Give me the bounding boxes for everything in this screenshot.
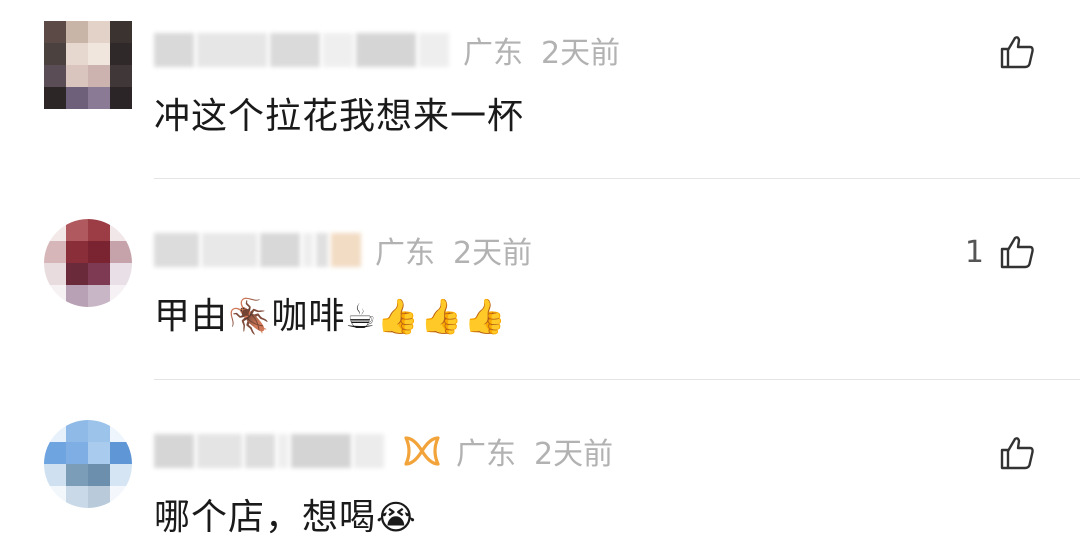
avatar-pixel xyxy=(88,263,110,285)
like-count: 1 xyxy=(964,234,984,270)
avatar-mosaic xyxy=(44,420,132,508)
avatar-pixel xyxy=(66,442,88,464)
username-blurred[interactable] xyxy=(154,431,384,471)
avatar[interactable] xyxy=(44,21,132,109)
avatar-mosaic xyxy=(44,21,132,109)
comment-text: 甲由🪳咖啡☕👍👍👍 xyxy=(154,287,507,339)
avatar-pixel xyxy=(66,241,88,263)
avatar-pixel xyxy=(44,486,66,508)
avatar-pixel xyxy=(66,65,88,87)
avatar-pixel xyxy=(44,87,66,109)
avatar-pixel xyxy=(88,464,110,486)
avatar-pixel xyxy=(110,87,132,109)
avatar-pixel xyxy=(66,464,88,486)
username-blurred[interactable] xyxy=(154,230,361,270)
avatar-pixel xyxy=(110,285,132,307)
avatar-pixel xyxy=(44,21,66,43)
avatar-pixel xyxy=(44,43,66,65)
avatar-pixel xyxy=(44,442,66,464)
avatar-pixel xyxy=(66,219,88,241)
avatar-pixel xyxy=(44,241,66,263)
comment-meta: 广东 2天前 xyxy=(154,228,532,272)
avatar[interactable] xyxy=(44,219,132,307)
comment-item: 广东 2天前 甲由🪳咖啡☕👍👍👍 1 xyxy=(0,179,1080,379)
avatar-pixel xyxy=(88,65,110,87)
timestamp: 2天前 xyxy=(541,36,621,71)
avatar-pixel xyxy=(110,486,132,508)
comment-text-part: 哪个店，想喝 xyxy=(154,497,377,538)
avatar-pixel xyxy=(66,87,88,109)
avatar-pixel xyxy=(66,21,88,43)
loudly-crying-emoji: 😭 xyxy=(376,498,417,538)
username-blurred[interactable] xyxy=(154,30,449,70)
avatar-mosaic xyxy=(44,219,132,307)
comment-text-part: 甲由 xyxy=(154,296,229,337)
comment-meta: 广东 2天前 xyxy=(154,28,620,72)
like-button[interactable] xyxy=(984,431,1036,475)
comment-meta: 广东 2天前 xyxy=(154,429,613,473)
avatar-pixel xyxy=(110,241,132,263)
avatar-pixel xyxy=(88,87,110,109)
avatar-pixel xyxy=(44,219,66,241)
thumbs-up-emoji: 👍 xyxy=(376,297,421,337)
avatar-pixel xyxy=(110,442,132,464)
coffee-emoji: ☕ xyxy=(345,297,377,337)
like-button[interactable] xyxy=(984,30,1036,74)
comment-text: 哪个店，想喝😭 xyxy=(154,488,417,540)
avatar-pixel xyxy=(66,285,88,307)
avatar-pixel xyxy=(110,65,132,87)
thumbs-up-emoji: 👍 xyxy=(463,297,507,337)
avatar-pixel xyxy=(110,420,132,442)
like-button[interactable]: 1 xyxy=(965,230,1036,274)
thumbs-up-icon xyxy=(1000,437,1034,470)
vip-badge-icon xyxy=(404,436,440,466)
avatar[interactable] xyxy=(44,420,132,508)
comment-item: 广东 2天前 冲这个拉花我想来一杯 xyxy=(0,0,1080,178)
comment-item: 广东 2天前 哪个店，想喝😭 xyxy=(0,380,1080,559)
thumbs-up-icon xyxy=(1000,36,1034,69)
avatar-pixel xyxy=(88,442,110,464)
thumbs-up-emoji: 👍 xyxy=(420,297,464,337)
avatar-pixel xyxy=(88,285,110,307)
avatar-pixel xyxy=(88,486,110,508)
avatar-pixel xyxy=(44,263,66,285)
timestamp: 2天前 xyxy=(534,437,614,472)
avatar-pixel xyxy=(44,464,66,486)
avatar-pixel xyxy=(110,263,132,285)
avatar-pixel xyxy=(44,65,66,87)
avatar-pixel xyxy=(44,285,66,307)
avatar-pixel xyxy=(44,420,66,442)
avatar-pixel xyxy=(88,43,110,65)
avatar-pixel xyxy=(110,21,132,43)
avatar-pixel xyxy=(110,464,132,486)
cockroach-emoji: 🪳 xyxy=(228,297,272,337)
avatar-pixel xyxy=(110,219,132,241)
comment-text: 冲这个拉花我想来一杯 xyxy=(154,96,525,137)
avatar-pixel xyxy=(88,21,110,43)
location-label: 广东 xyxy=(375,236,435,271)
avatar-pixel xyxy=(66,486,88,508)
avatar-pixel xyxy=(88,241,110,263)
avatar-pixel xyxy=(66,263,88,285)
avatar-pixel xyxy=(88,219,110,241)
avatar-pixel xyxy=(66,43,88,65)
avatar-pixel xyxy=(88,420,110,442)
avatar-pixel xyxy=(110,43,132,65)
comment-list: 广东 2天前 冲这个拉花我想来一杯 广东 2天前 甲由🪳咖啡☕👍👍👍 1 广东 … xyxy=(0,0,1080,559)
avatar-pixel xyxy=(66,420,88,442)
timestamp: 2天前 xyxy=(453,236,533,271)
thumbs-up-icon xyxy=(1000,236,1034,269)
location-label: 广东 xyxy=(463,36,523,71)
location-label: 广东 xyxy=(456,437,516,472)
comment-text-part: 咖啡 xyxy=(271,296,346,337)
